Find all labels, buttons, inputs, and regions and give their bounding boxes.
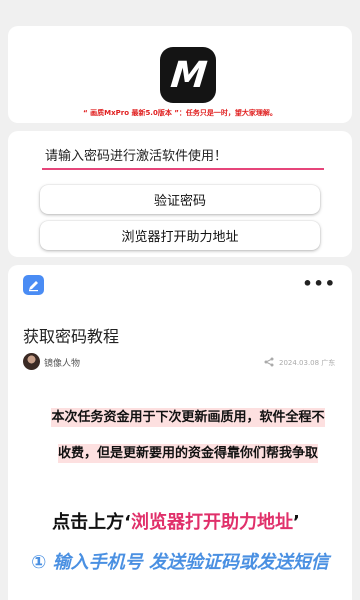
verify-password-button[interactable]: 验证密码 <box>40 185 320 214</box>
logo-letter: M <box>168 54 208 96</box>
app-logo: M <box>160 47 216 103</box>
instruction-heading: 点击上方‘浏览器打开助力地址’ <box>8 508 344 534</box>
instruction-highlight: 浏览器打开助力地址 <box>131 512 293 533</box>
notice-text: “ 画质MxPro 最新5.0版本 ”：任务只是一时，望大家理解。 <box>83 109 277 117</box>
instruction-suffix: ’ <box>293 512 300 533</box>
author-avatar[interactable] <box>23 353 40 370</box>
activation-form: 验证密码 浏览器打开助力地址 <box>8 131 352 257</box>
publish-date: 2024.03.08 广东 <box>279 359 336 367</box>
more-options-icon[interactable]: ••• <box>302 276 336 292</box>
open-in-browser-button[interactable]: 浏览器打开助力地址 <box>40 221 320 250</box>
article-paragraph: 本次任务资金用于下次更新画质用，软件全程不 <box>30 406 346 427</box>
edit-note-icon[interactable] <box>23 275 44 295</box>
password-input[interactable] <box>42 145 324 170</box>
step-one-text: ① 输入手机号 发送验证码或发送短信 <box>31 552 329 573</box>
instruction-prefix: 点击上方‘ <box>52 512 131 533</box>
highlighted-text: 本次任务资金用于下次更新画质用，软件全程不 <box>51 408 325 427</box>
article-title: 获取密码教程 <box>23 327 120 346</box>
header-card: M “ 画质MxPro 最新5.0版本 ”：任务只是一时，望大家理解。 <box>8 26 352 123</box>
article-paragraph: 收费，但是更新要用的资金得靠你们帮我争取 <box>30 442 346 463</box>
verify-password-label: 验证密码 <box>153 194 206 209</box>
open-in-browser-label: 浏览器打开助力地址 <box>121 230 239 245</box>
article-card: ••• 获取密码教程 镜像人物 2024.03.08 广东 本次任务资金用于下次… <box>8 265 352 600</box>
share-icon[interactable] <box>264 357 274 367</box>
highlighted-text: 收费，但是更新要用的资金得靠你们帮我争取 <box>57 444 318 463</box>
author-name[interactable]: 镜像人物 <box>44 356 80 369</box>
